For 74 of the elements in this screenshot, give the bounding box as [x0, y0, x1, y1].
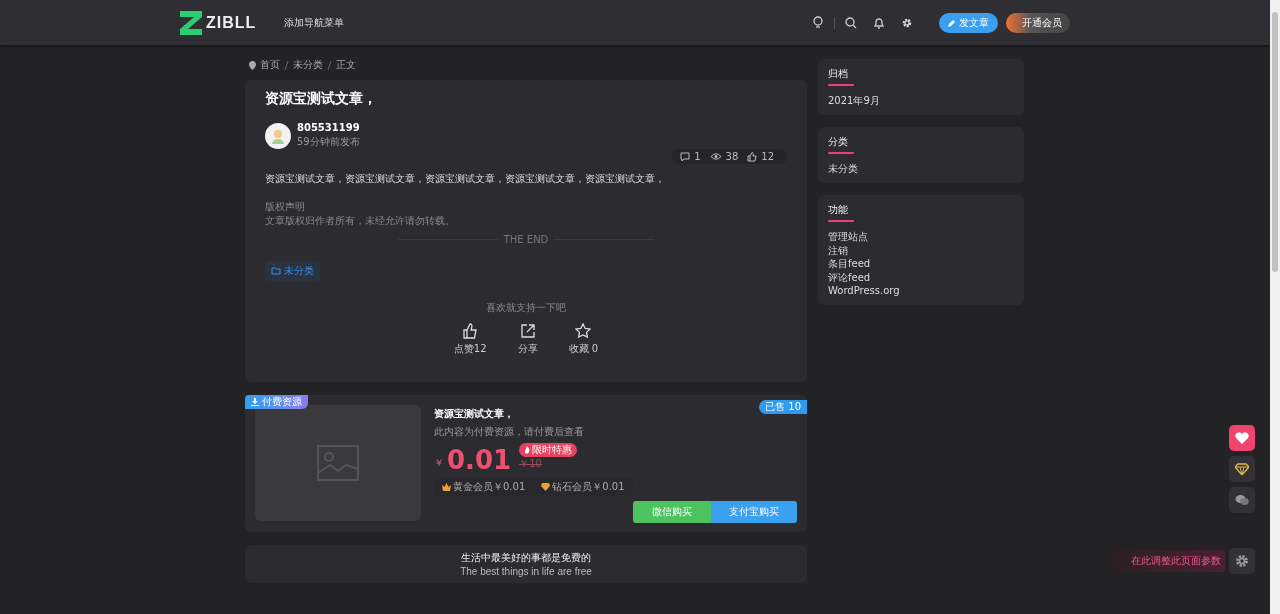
heart-icon	[1235, 432, 1249, 444]
sold-badge: 已售 10	[759, 400, 807, 414]
view-count: 38	[725, 151, 739, 162]
heart-float-button[interactable]	[1229, 425, 1255, 451]
share-action[interactable]: 分享	[514, 323, 541, 356]
quote-translation: The best things in life are free	[460, 566, 592, 577]
category-tag[interactable]: 未分类	[265, 261, 320, 281]
logo-icon[interactable]	[180, 10, 202, 35]
comment-icon	[680, 151, 691, 162]
the-end-label: THE END	[503, 234, 549, 245]
vip-button[interactable]: 开通会员	[1006, 12, 1070, 33]
gear-icon[interactable]	[901, 16, 913, 29]
widget-link[interactable]: 注销	[828, 243, 848, 257]
post-time: 59分钟前发布	[297, 135, 360, 149]
widget-title: 分类	[828, 135, 849, 149]
wechat-float-button[interactable]	[1229, 487, 1255, 513]
like-count: 12	[761, 151, 774, 162]
widget-link[interactable]: 评论feed	[828, 270, 871, 284]
gear-icon	[1235, 554, 1249, 568]
widget-link[interactable]: 管理站点	[828, 230, 868, 244]
breadcrumb-link[interactable]: 首页	[260, 58, 280, 72]
author-name[interactable]: 805531199	[297, 122, 360, 133]
pencil-icon	[948, 18, 956, 27]
avatar-icon[interactable]	[265, 122, 291, 149]
thumbs-up-icon	[747, 151, 758, 162]
separator-icon	[284, 60, 289, 70]
resource-title: 资源宝测试文章，	[434, 407, 515, 421]
article-body: 资源宝测试文章，资源宝测试文章，资源宝测试文章，资源宝测试文章，资源宝测试文章，	[265, 172, 666, 186]
eye-icon	[709, 152, 722, 161]
breadcrumb-link[interactable]: 正文	[336, 58, 356, 72]
widget-title: 归档	[828, 67, 849, 81]
widget-link[interactable]: 未分类	[828, 162, 858, 176]
copyright-title: 版权声明	[265, 200, 305, 214]
folder-icon	[271, 267, 281, 275]
currency-symbol: ￥	[434, 456, 444, 470]
download-icon	[251, 398, 259, 406]
share-icon	[519, 323, 536, 339]
price: 0.01	[447, 447, 512, 473]
widget-link[interactable]: 2021年9月	[828, 94, 880, 108]
widget-link[interactable]: 条目feed	[828, 257, 871, 271]
crown-icon	[442, 483, 451, 491]
diamond-icon	[541, 483, 551, 491]
flame-icon	[524, 446, 531, 454]
location-pin-icon	[249, 60, 256, 70]
site-logo[interactable]: ZIBLL	[206, 13, 257, 32]
article-title: 资源宝测试文章，	[265, 90, 378, 108]
resource-description: 此内容为付费资源，请付费后查看	[434, 425, 585, 439]
search-icon[interactable]	[845, 16, 857, 29]
settings-tooltip: 在此调整此页面参数	[1107, 550, 1225, 572]
favorite-action[interactable]: 收藏 0	[568, 323, 599, 356]
separator-icon	[327, 60, 332, 70]
star-icon	[575, 323, 592, 339]
original-price: ￥10	[519, 457, 543, 471]
promo-badge: 限时特惠	[519, 443, 578, 457]
nav-link[interactable]: 添加导航菜单	[284, 15, 345, 30]
member-price: 黄金会员￥0.01	[453, 480, 526, 494]
copyright-text: 文章版权归作者所有，未经允许请勿转载。	[265, 214, 455, 228]
bulb-icon[interactable]	[812, 16, 824, 29]
diamond-icon	[1235, 463, 1249, 475]
widget-title: 功能	[828, 203, 849, 217]
comment-count: 1	[694, 151, 701, 162]
like-action[interactable]: 点赞12	[453, 323, 487, 356]
paid-badge: 付费资源	[245, 395, 308, 409]
chat-bubbles-icon	[1235, 494, 1249, 506]
bell-icon[interactable]	[873, 16, 885, 29]
member-price: 钻石会员￥0.01	[552, 480, 625, 494]
scrollbar[interactable]	[1270, 0, 1280, 614]
diamond-float-button[interactable]	[1229, 456, 1255, 482]
thumbs-up-icon	[462, 323, 479, 339]
widget-link[interactable]: WordPress.org	[828, 284, 900, 298]
image-icon	[317, 445, 359, 481]
settings-float-button[interactable]	[1229, 548, 1255, 574]
quote-text: 生活中最美好的事都是免费的	[461, 551, 591, 565]
breadcrumb-link[interactable]: 未分类	[293, 58, 323, 72]
